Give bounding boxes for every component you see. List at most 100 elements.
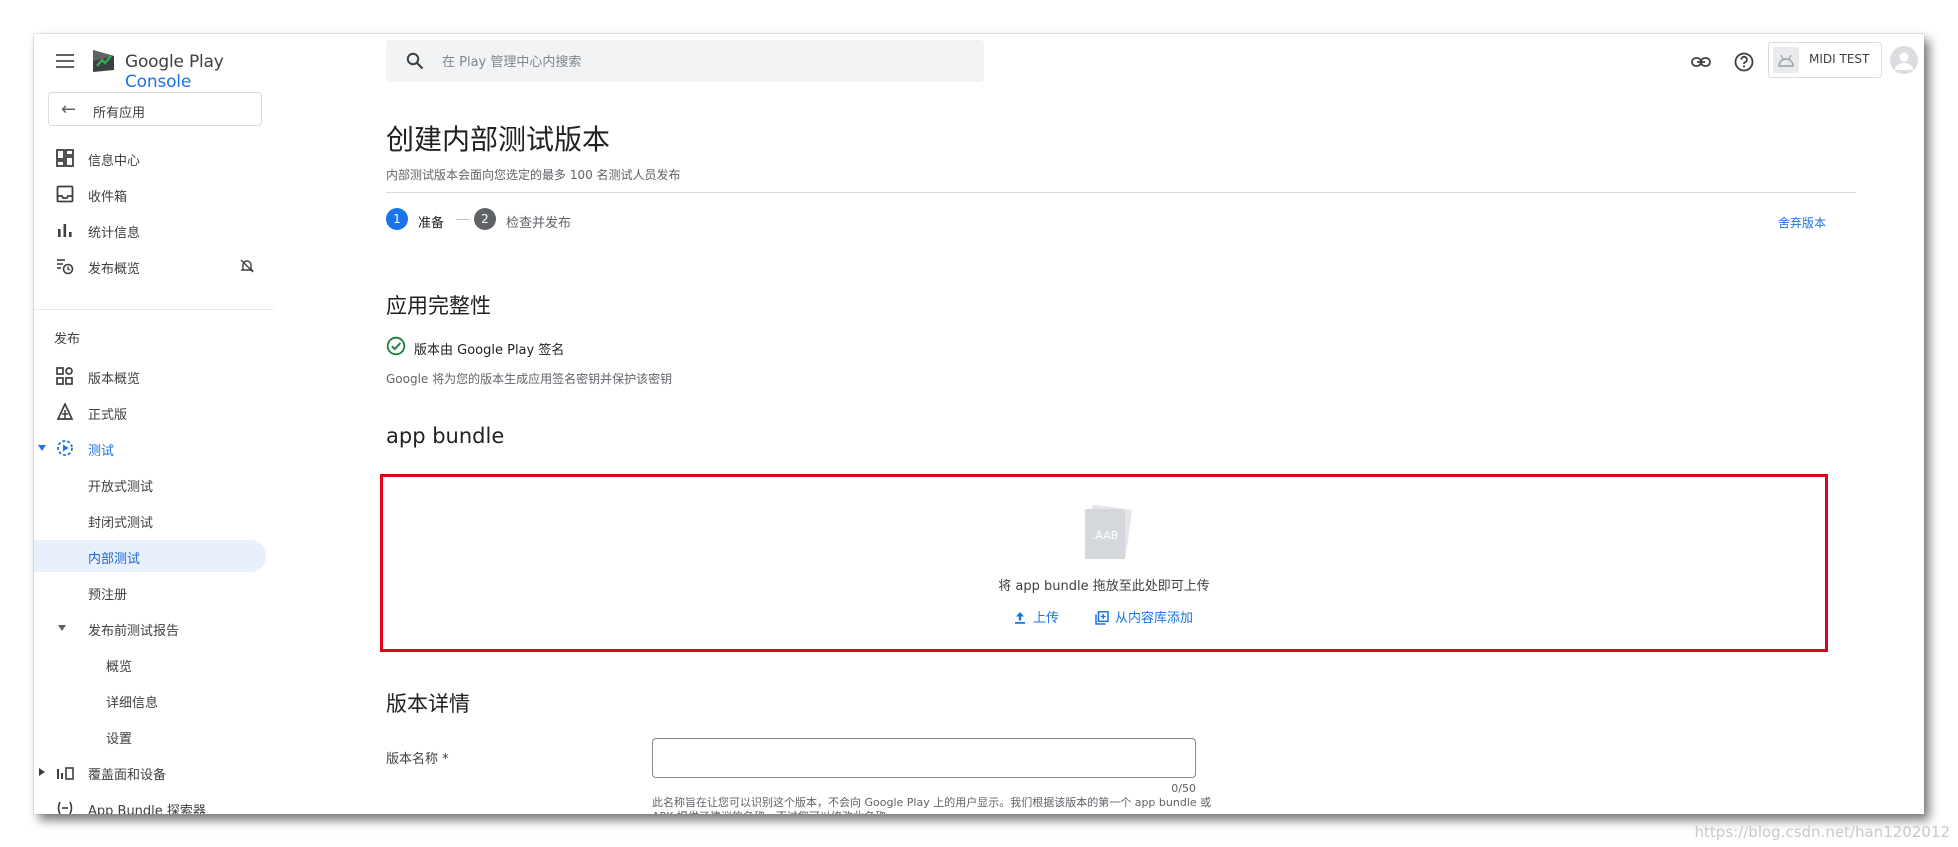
dashboard-icon bbox=[56, 149, 74, 167]
production-icon bbox=[56, 403, 74, 420]
step-connector bbox=[456, 219, 470, 220]
sidebar-item-pre-registration[interactable]: 预注册 bbox=[34, 576, 274, 608]
page-subtitle: 内部测试版本会面向您选定的最多 100 名测试人员发布 bbox=[386, 168, 681, 182]
sidebar-item-testing[interactable]: 测试 bbox=[34, 432, 274, 464]
testing-icon bbox=[57, 440, 73, 456]
sidebar-item-label: 发布前测试报告 bbox=[88, 624, 180, 639]
all-apps-button[interactable]: ← 所有应用 bbox=[48, 92, 262, 126]
sidebar-item-label: 封闭式测试 bbox=[88, 516, 154, 531]
hamburger-menu-icon[interactable] bbox=[56, 54, 74, 68]
caret-right-icon[interactable] bbox=[38, 768, 46, 776]
sidebar-item-label: 信息中心 bbox=[88, 154, 141, 169]
sidebar-item-closed-testing[interactable]: 封闭式测试 bbox=[34, 504, 274, 536]
sidebar-item-bundle-explorer[interactable]: App Bundle 探索器 bbox=[34, 792, 274, 814]
app-thumbnail bbox=[1773, 47, 1799, 73]
app-bundle-heading: app bundle bbox=[386, 424, 505, 448]
release-name-input[interactable] bbox=[652, 738, 1196, 778]
notifications-off-icon[interactable] bbox=[239, 258, 255, 274]
bundle-explorer-icon bbox=[57, 801, 73, 814]
page-title: 创建内部测试版本 bbox=[386, 123, 611, 156]
step-2-label: 检查并发布 bbox=[506, 216, 572, 231]
discard-release-button[interactable]: 舍弃版本 bbox=[1778, 214, 1826, 231]
search-bar[interactable] bbox=[386, 40, 984, 82]
all-apps-label: 所有应用 bbox=[93, 106, 146, 121]
app-bundle-dropzone[interactable]: .AAB 将 app bundle 拖放至此处即可上传 上传 从内容库添加 bbox=[380, 474, 1828, 652]
app-name: MIDI TEST bbox=[1809, 52, 1870, 66]
integrity-description: Google 将为您的版本生成应用签名密钥并保护该密钥 bbox=[386, 372, 673, 386]
publishing-overview-icon bbox=[57, 259, 74, 275]
release-details-heading: 版本详情 bbox=[386, 692, 470, 716]
library-label: 从内容库添加 bbox=[1115, 611, 1194, 626]
sidebar-item-statistics[interactable]: 统计信息 bbox=[34, 214, 274, 246]
search-input[interactable] bbox=[440, 51, 964, 73]
sidebar-item-reach-devices[interactable]: 覆盖面和设备 bbox=[34, 756, 274, 788]
add-from-library-button[interactable]: 从内容库添加 bbox=[1095, 607, 1193, 626]
brand-product: Console bbox=[125, 72, 192, 92]
signed-by-google-row: 版本由 Google Play 签名 bbox=[386, 336, 786, 358]
upload-icon bbox=[1015, 612, 1025, 624]
sidebar-item-prelaunch-overview[interactable]: 概览 bbox=[34, 648, 274, 680]
sidebar-item-label: 正式版 bbox=[88, 408, 128, 423]
release-overview-icon bbox=[56, 367, 73, 385]
sidebar-item-label: 概览 bbox=[106, 660, 133, 675]
sidebar-item-label: 版本概览 bbox=[88, 372, 141, 387]
sidebar-item-prelaunch-report[interactable]: 发布前测试报告 bbox=[34, 612, 274, 644]
sidebar-divider bbox=[34, 309, 274, 310]
sidebar-item-label: 覆盖面和设备 bbox=[88, 768, 167, 783]
watermark: https://blog.csdn.net/han1202012 bbox=[1694, 823, 1950, 841]
sidebar-item-label: App Bundle 探索器 bbox=[88, 804, 206, 814]
sidebar-item-dashboard[interactable]: 信息中心 bbox=[34, 142, 274, 174]
sidebar-item-release-overview[interactable]: 版本概览 bbox=[34, 360, 274, 392]
signed-label: 版本由 Google Play 签名 bbox=[414, 343, 565, 358]
aab-file-icon: .AAB bbox=[1085, 504, 1133, 560]
step-1-label: 准备 bbox=[418, 216, 445, 231]
check-circle-icon bbox=[386, 336, 406, 356]
link-icon[interactable] bbox=[1690, 51, 1712, 73]
android-icon bbox=[1778, 54, 1794, 67]
app-integrity-heading: 应用完整性 bbox=[386, 294, 491, 318]
sidebar-item-label: 收件箱 bbox=[88, 190, 128, 205]
help-icon[interactable] bbox=[1733, 51, 1755, 73]
upload-label: 上传 bbox=[1033, 611, 1060, 626]
sidebar-item-label: 设置 bbox=[106, 732, 133, 747]
bar-chart-icon bbox=[58, 224, 72, 237]
inbox-icon bbox=[56, 185, 74, 203]
console-window: Google Play Console ← 所有应用 信息中心 收件箱 统计信息… bbox=[34, 34, 1924, 814]
sidebar-item-label: 内部测试 bbox=[88, 552, 141, 567]
sidebar-item-open-testing[interactable]: 开放式测试 bbox=[34, 468, 274, 500]
search-icon bbox=[406, 52, 424, 70]
upload-button[interactable]: 上传 bbox=[1013, 607, 1059, 626]
step-1-number: 1 bbox=[386, 208, 408, 230]
play-console-logo-icon bbox=[93, 50, 114, 72]
sidebar-item-production[interactable]: 正式版 bbox=[34, 396, 274, 428]
sidebar-item-publishing-overview[interactable]: 发布概览 bbox=[34, 250, 274, 282]
person-icon bbox=[1895, 52, 1913, 70]
logo-row: Google Play Console bbox=[34, 34, 274, 94]
sidebar-item-label: 详细信息 bbox=[106, 696, 159, 711]
caret-down-icon[interactable] bbox=[58, 624, 66, 632]
header-divider bbox=[386, 192, 1856, 193]
sidebar-item-label: 测试 bbox=[88, 444, 115, 459]
app-switcher[interactable]: MIDI TEST bbox=[1768, 42, 1882, 78]
sidebar-item-label: 预注册 bbox=[88, 588, 128, 603]
step-2-number: 2 bbox=[474, 208, 496, 230]
arrow-back-icon: ← bbox=[61, 99, 77, 120]
sidebar-item-internal-testing[interactable]: 内部测试 bbox=[34, 540, 266, 572]
sidebar-item-label: 统计信息 bbox=[88, 226, 141, 241]
dropzone-text: 将 app bundle 拖放至此处即可上传 bbox=[998, 579, 1210, 594]
sidebar-item-prelaunch-details[interactable]: 详细信息 bbox=[34, 684, 274, 716]
release-name-counter: 0/50 bbox=[1171, 782, 1196, 795]
sidebar-item-prelaunch-settings[interactable]: 设置 bbox=[34, 720, 274, 752]
release-name-label: 版本名称 * bbox=[386, 752, 449, 767]
stepper: 1 准备 2 检查并发布 bbox=[386, 208, 986, 232]
account-avatar[interactable] bbox=[1890, 46, 1918, 74]
release-name-help: 此名称旨在让您可以识别这个版本，不会向 Google Play 上的用户显示。我… bbox=[652, 796, 1212, 814]
library-add-icon bbox=[1095, 611, 1109, 625]
aab-file-label: .AAB bbox=[1092, 529, 1118, 542]
caret-down-icon[interactable] bbox=[38, 444, 46, 452]
brand-name: Google Play bbox=[125, 52, 224, 72]
sidebar-item-label: 开放式测试 bbox=[88, 480, 154, 495]
section-release-label: 发布 bbox=[54, 332, 81, 347]
sidebar-item-inbox[interactable]: 收件箱 bbox=[34, 178, 274, 210]
sidebar-item-label: 发布概览 bbox=[88, 262, 141, 277]
